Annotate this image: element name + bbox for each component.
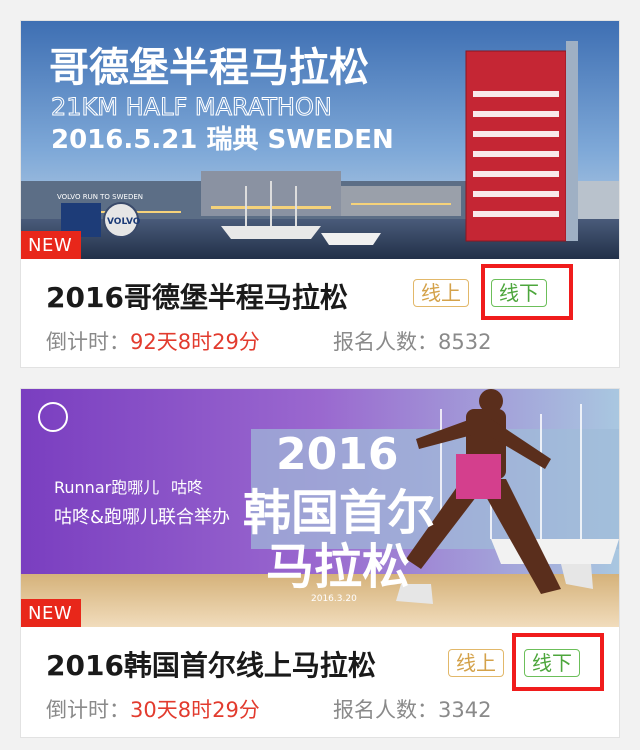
sponsor-text: VOLVO RUN TO SWEDEN xyxy=(57,193,143,201)
event-banner-image[interactable]: 2016 韩国首尔 马拉松 2016.3.20 Runnar跑哪儿 咕咚 咕咚&… xyxy=(21,389,619,627)
banner-date-line: 2016.5.21 瑞典 SWEDEN xyxy=(51,125,394,155)
signup-label: 报名人数： xyxy=(333,330,438,354)
countdown: 倒计时：30天8时29分 xyxy=(46,694,260,724)
event-card-seoul[interactable]: 2016 韩国首尔 马拉松 2016.3.20 Runnar跑哪儿 咕咚 咕咚&… xyxy=(20,388,620,738)
countdown-label: 倒计时： xyxy=(46,330,130,354)
banner-graphic: 哥德堡半程马拉松 21KM HALF MARATHON 2016.5.21 瑞典… xyxy=(21,21,619,259)
countdown-label: 倒计时： xyxy=(46,698,130,722)
brand-runnar: Runnar跑哪儿 xyxy=(54,478,159,497)
tag-online[interactable]: 线上 xyxy=(413,279,469,307)
sponsor-volvo-logo: VOLVO xyxy=(107,217,141,227)
signup-label: 报名人数： xyxy=(333,698,438,722)
countdown-value: 92天8时29分 xyxy=(130,330,260,354)
event-title[interactable]: 2016韩国首尔线上马拉松 xyxy=(46,644,376,684)
brand-codoon: 咕咚 xyxy=(171,478,203,497)
signup-count: 报名人数：8532 xyxy=(333,326,491,356)
banner-title-cn: 哥德堡半程马拉松 xyxy=(49,45,369,91)
event-banner-image[interactable]: 哥德堡半程马拉松 21KM HALF MARATHON 2016.5.21 瑞典… xyxy=(21,21,619,259)
highlight-box xyxy=(481,264,573,320)
banner-year: 2016 xyxy=(276,429,398,480)
banner-graphic: 2016 韩国首尔 马拉松 2016.3.20 Runnar跑哪儿 咕咚 咕咚&… xyxy=(21,389,619,627)
signup-count: 报名人数：3342 xyxy=(333,694,491,724)
countdown-value: 30天8时29分 xyxy=(130,698,260,722)
highlight-box xyxy=(512,633,604,691)
banner-title-line1: 韩国首尔 xyxy=(243,485,435,541)
signup-value: 3342 xyxy=(438,698,492,722)
event-title[interactable]: 2016哥德堡半程马拉松 xyxy=(46,276,348,316)
banner-organizer: 咕咚&跑哪儿联合举办 xyxy=(54,507,230,528)
tag-online[interactable]: 线上 xyxy=(448,649,504,677)
new-badge: NEW xyxy=(21,231,82,259)
new-badge: NEW xyxy=(21,599,82,627)
banner-date: 2016.3.20 xyxy=(311,594,357,604)
countdown: 倒计时：92天8时29分 xyxy=(46,326,260,356)
signup-value: 8532 xyxy=(438,330,492,354)
banner-title-line2: 马拉松 xyxy=(266,539,410,595)
event-card-gothenburg[interactable]: 哥德堡半程马拉松 21KM HALF MARATHON 2016.5.21 瑞典… xyxy=(20,20,620,368)
banner-title-en: 21KM HALF MARATHON xyxy=(51,93,332,121)
